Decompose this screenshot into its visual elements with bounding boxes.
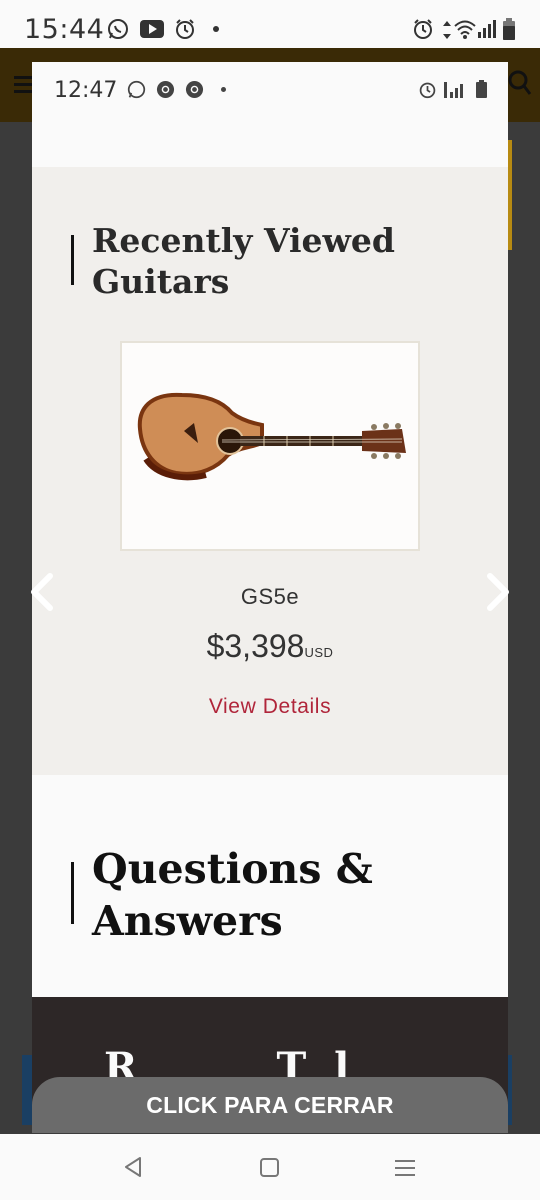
whatsapp-icon — [107, 18, 129, 45]
alarm-icon — [418, 80, 437, 104]
youtube-icon — [140, 20, 164, 43]
menu-icon[interactable] — [14, 74, 34, 99]
signal-icon — [478, 20, 496, 43]
signal-icon — [444, 82, 466, 103]
product-name: GS5e — [240, 584, 300, 609]
whatsapp-icon — [127, 80, 146, 104]
alarm-icon — [174, 18, 196, 45]
home-icon[interactable] — [260, 1158, 280, 1183]
chrome-icon — [185, 80, 204, 104]
close-button[interactable]: CLICK PARA CERRAR — [32, 1077, 508, 1133]
battery-icon — [476, 80, 487, 103]
chevron-right-icon[interactable] — [486, 572, 512, 617]
price-currency: USD — [304, 645, 334, 660]
heading-line: Questions & — [92, 845, 373, 893]
chrome-icon — [156, 80, 175, 104]
search-icon[interactable] — [508, 70, 532, 101]
chevron-left-icon[interactable] — [28, 572, 54, 617]
product-image-card[interactable] — [120, 341, 420, 551]
recently-viewed-heading: Recently Viewed Guitars — [92, 220, 395, 302]
heading-line: Guitars — [92, 262, 230, 301]
notification-dot — [213, 26, 219, 32]
alarm-icon — [412, 18, 434, 45]
heading-line: Answers — [92, 897, 283, 945]
data-arrows-icon — [442, 20, 452, 45]
heading-accent-bar — [71, 235, 74, 285]
battery-icon — [503, 18, 515, 45]
view-details-link[interactable]: View Details — [32, 695, 508, 719]
qa-heading: Questions & Answers — [92, 843, 373, 947]
back-icon[interactable] — [122, 1156, 144, 1183]
heading-accent-bar — [71, 862, 74, 924]
recents-icon[interactable] — [394, 1158, 416, 1183]
status-time: 15:44 — [24, 14, 105, 45]
notification-dot — [221, 87, 226, 92]
wifi-icon — [454, 19, 476, 44]
heading-line: Recently Viewed — [92, 221, 395, 260]
price-amount: $3,398 — [206, 628, 305, 664]
background-accent-strip — [508, 140, 512, 250]
product-price: $3,398USD — [32, 628, 508, 665]
acoustic-guitar-image — [137, 392, 406, 481]
inner-status-time: 12:47 — [54, 78, 118, 103]
screenshot-modal: 12:47 Recently Viewed Guitars GS5e $3,39… — [32, 62, 508, 1118]
